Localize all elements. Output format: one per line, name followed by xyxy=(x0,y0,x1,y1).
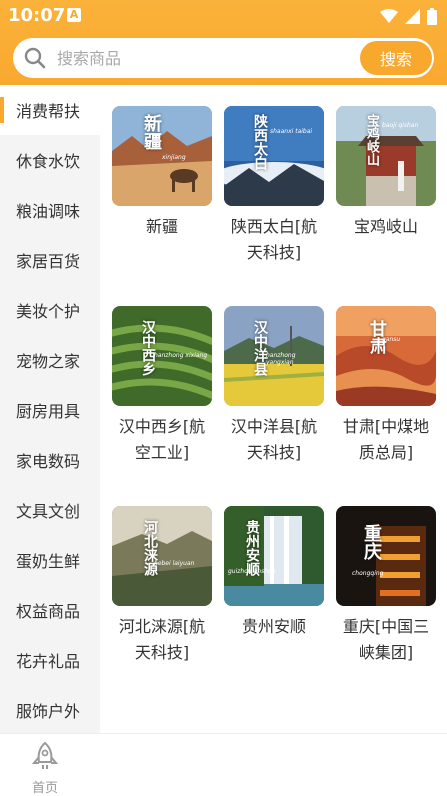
wifi-icon xyxy=(380,9,398,23)
tab-home[interactable]: 首页 xyxy=(25,741,65,796)
product-label: 汉中西乡[航空工业] xyxy=(118,417,206,462)
category-sidebar: 消费帮扶 休食水饮 粮油调味 家居百货 美妆个护 宠物之家 厨房用具 家电数码 … xyxy=(0,85,100,733)
product-image-subtitle: baoji qishan xyxy=(382,122,419,129)
product-label: 汉中洋县[航天科技] xyxy=(230,417,318,462)
status-time: 10:07 xyxy=(8,5,66,26)
product-image-title: 陕西太白 xyxy=(252,114,268,170)
tab-home-label: 首页 xyxy=(31,781,58,796)
sidebar-item-pets[interactable]: 宠物之家 xyxy=(0,335,100,385)
sidebar-item-electronics[interactable]: 家电数码 xyxy=(0,435,100,485)
product-image-title: 新疆 xyxy=(141,114,162,150)
search-bar: 搜索 xyxy=(13,38,434,78)
sidebar-item-fresh-dairy[interactable]: 蛋奶生鲜 xyxy=(0,535,100,585)
sidebar-item-kitchen[interactable]: 厨房用具 xyxy=(0,385,100,435)
product-image-subtitle: chongqing xyxy=(352,570,384,577)
product-image: 陕西太白 shaanxi taibai xyxy=(224,106,324,206)
product-card-guizhou-anshun[interactable]: 贵州安顺 guizhou anshun 贵州安顺 xyxy=(224,506,324,640)
product-card-shaanxi-taibai[interactable]: 陕西太白 shaanxi taibai 陕西太白[航天科技] xyxy=(224,106,324,266)
battery-icon xyxy=(427,7,437,25)
product-image-title: 河北涞源 xyxy=(142,520,158,576)
product-image: 甘肃 gansu xyxy=(336,306,436,406)
bottom-tab-bar: 首页 xyxy=(0,733,447,796)
product-image-subtitle: shaanxi taibai xyxy=(270,128,313,135)
sidebar-item-grain-oil[interactable]: 粮油调味 xyxy=(0,185,100,235)
sidebar-item-apparel-outdoor[interactable]: 服饰户外 xyxy=(0,685,100,735)
sidebar-item-stationery[interactable]: 文具文创 xyxy=(0,485,100,535)
top-header: 10:07 A 搜索 xyxy=(0,0,447,88)
product-label: 宝鸡岐山 xyxy=(353,217,418,236)
status-icons xyxy=(380,7,437,25)
search-icon xyxy=(24,47,46,69)
product-label: 河北涞源[航天科技] xyxy=(118,617,206,662)
sidebar-item-flowers-gifts[interactable]: 花卉礼品 xyxy=(0,635,100,685)
product-image-title: 重庆 xyxy=(361,524,382,560)
product-image-title: 汉中西乡 xyxy=(140,320,156,376)
product-label: 甘肃[中煤地质总局] xyxy=(342,417,430,462)
product-card-xinjiang[interactable]: 新疆 xinjiang 新疆 xyxy=(112,106,212,240)
product-image: 宝鸡岐山 baoji qishan xyxy=(336,106,436,206)
product-card-baoji-qishan[interactable]: 宝鸡岐山 baoji qishan 宝鸡岐山 xyxy=(336,106,436,240)
search-input[interactable] xyxy=(57,46,357,70)
product-card-gansu[interactable]: 甘肃 gansu 甘肃[中煤地质总局] xyxy=(336,306,436,466)
product-image: 贵州安顺 guizhou anshun xyxy=(224,506,324,606)
signal-icon xyxy=(405,8,420,24)
sidebar-item-beauty[interactable]: 美妆个护 xyxy=(0,285,100,335)
status-bar: 10:07 A xyxy=(0,0,447,32)
product-image: 汉中西乡 hanzhong xixiang xyxy=(112,306,212,406)
product-card-hanzhong-xixiang[interactable]: 汉中西乡 hanzhong xixiang 汉中西乡[航空工业] xyxy=(112,306,212,466)
product-image-subtitle: xinjiang xyxy=(162,154,186,161)
product-label: 重庆[中国三峡集团] xyxy=(342,617,430,662)
sidebar-item-benefits[interactable]: 权益商品 xyxy=(0,585,100,635)
product-card-chongqing[interactable]: 重庆 chongqing 重庆[中国三峡集团] xyxy=(336,506,436,666)
product-image-subtitle: hebei laiyuan xyxy=(154,560,195,567)
product-image-title: 汉中洋县 xyxy=(252,320,268,376)
product-label: 贵州安顺 xyxy=(241,617,306,636)
sidebar-item-snacks-drinks[interactable]: 休食水饮 xyxy=(0,135,100,185)
product-label: 陕西太白[航天科技] xyxy=(230,217,318,262)
sidebar-item-home-goods[interactable]: 家居百货 xyxy=(0,235,100,285)
rocket-icon xyxy=(31,741,59,769)
search-button[interactable]: 搜索 xyxy=(360,41,432,75)
product-image: 重庆 chongqing xyxy=(336,506,436,606)
product-label: 新疆 xyxy=(145,217,178,236)
product-image-title: 宝鸡岐山 xyxy=(364,114,379,166)
product-grid: 新疆 xinjiang 新疆 陕西太白 shaanxi taibai 陕西太白[… xyxy=(100,85,447,733)
product-image-subtitle: guizhou anshun xyxy=(228,568,276,575)
sidebar-item-consumer-aid[interactable]: 消费帮扶 xyxy=(0,85,100,135)
product-image-subtitle: gansu xyxy=(382,336,401,343)
product-image: 新疆 xinjiang xyxy=(112,106,212,206)
product-card-hanzhong-yangxian[interactable]: 汉中洋县 hanzhong yangxian 汉中洋县[航天科技] xyxy=(224,306,324,466)
notification-badge-icon: A xyxy=(67,8,81,22)
product-card-hebei-laiyuan[interactable]: 河北涞源 hebei laiyuan 河北涞源[航天科技] xyxy=(112,506,212,666)
product-image-subtitle: hanzhong xixiang xyxy=(154,352,208,359)
product-image: 河北涞源 hebei laiyuan xyxy=(112,506,212,606)
product-image: 汉中洋县 hanzhong yangxian xyxy=(224,306,324,406)
product-image-subtitle: hanzhong yangxian xyxy=(266,352,296,366)
